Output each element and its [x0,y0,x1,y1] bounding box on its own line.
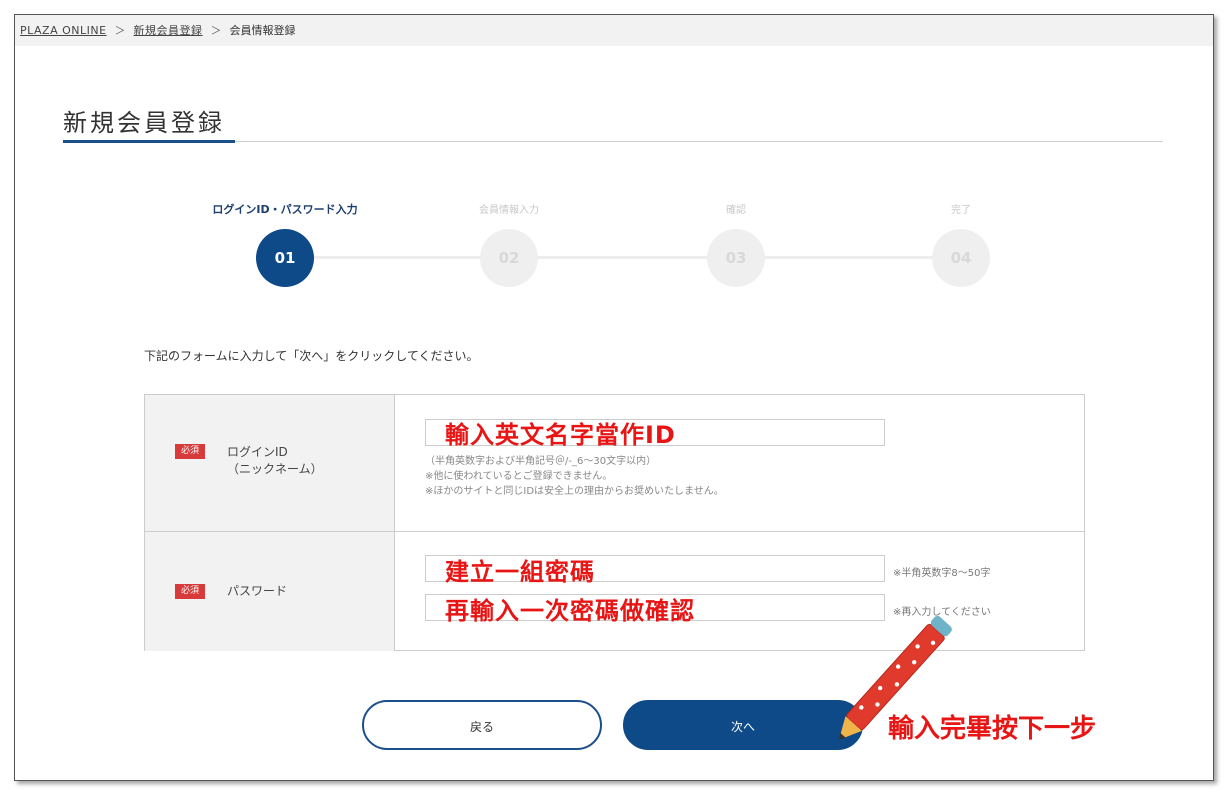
step-circle-1: 01 [256,229,314,287]
form-instruction: 下記のフォームに入力して「次へ」をクリックしてください。 [144,349,479,363]
page-title: 新規会員登録 [63,109,225,137]
login-id-hint-3: ※ほかのサイトと同じIDは安全上の理由からお奨めいたしません。 [425,486,724,497]
step-label-1: ログインID・パスワード入力 [212,203,358,216]
breadcrumb-current: 会員情報登録 [229,24,296,37]
login-id-label-line2: （ニックネーム） [227,462,323,476]
password-label: パスワード [227,584,288,598]
required-badge: 必須 [175,584,205,599]
breadcrumb-separator: ＞ [114,24,126,37]
login-id-hints: （半角英数字および半角記号＠/-_6〜30文字以内） ※他に使われているとご登録… [425,454,724,499]
password-annotation: 建立一組密碼 [445,558,595,586]
step-label-3: 確認 [726,205,746,216]
login-id-label: ログインID （ニックネーム） [227,444,323,478]
required-badge: 必須 [175,444,205,459]
next-step-annotation: 輸入完畢按下一步 [888,714,1097,744]
step-circle-2: 02 [480,229,538,287]
step-label-4: 完了 [951,205,971,216]
breadcrumb-parent-link[interactable]: 新規会員登録 [134,24,203,37]
step-label-2: 会員情報入力 [479,205,539,216]
breadcrumb-separator: ＞ [210,24,222,37]
breadcrumb: PLAZA ONLINE ＞ 新規会員登録 ＞ 会員情報登録 [15,15,1213,46]
password-confirm-annotation: 再輸入一次密碼做確認 [445,597,695,625]
login-id-label-line1: ログインID [227,445,288,459]
step-circle-4: 04 [932,229,990,287]
step-circle-3: 03 [707,229,765,287]
password-label-cell: 必須 パスワード [145,532,395,651]
breadcrumb-home-link[interactable]: PLAZA ONLINE [20,24,107,37]
title-accent-bar [63,140,235,143]
stepper-line [285,256,965,259]
login-id-row: 必須 ログインID （ニックネーム） 輸入英文名字當作ID （半角英数字および半… [145,395,1084,532]
browser-frame: PLAZA ONLINE ＞ 新規会員登録 ＞ 会員情報登録 新規会員登録 ログインID… [14,14,1214,781]
login-id-hint-2: ※他に使われているとご登録できません。 [425,471,613,482]
login-id-label-cell: 必須 ログインID （ニックネーム） [145,395,395,531]
password-length-note: ※半角英数字8〜50字 [893,568,991,579]
back-button[interactable]: 戻る [362,700,602,750]
login-id-annotation: 輸入英文名字當作ID [445,421,676,449]
login-id-hint-1: （半角英数字および半角記号＠/-_6〜30文字以内） [425,456,657,467]
